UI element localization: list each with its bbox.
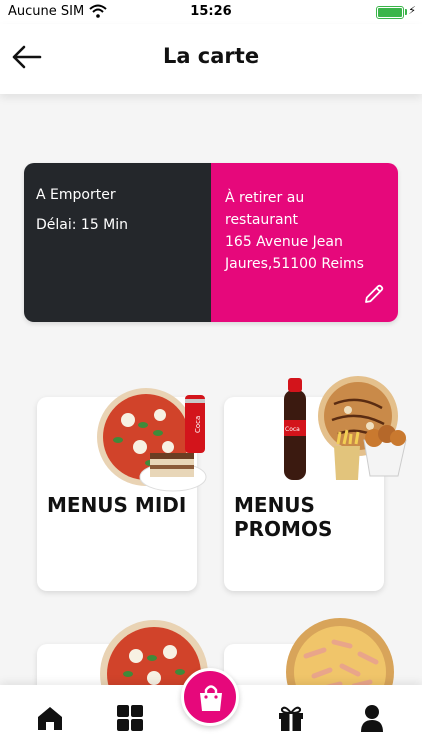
gift-icon[interactable] — [277, 704, 305, 732]
user-icon[interactable] — [358, 704, 386, 732]
svg-text:Coca: Coca — [194, 416, 202, 433]
svg-text:Coca: Coca — [285, 426, 300, 433]
pizza-tiramisu-coke-image: Coca — [97, 388, 207, 492]
order-delay-label: Délai: 15 Min — [36, 217, 129, 233]
home-icon[interactable] — [36, 704, 64, 732]
status-bar: Aucune SIM 15:26 ⚡ — [0, 0, 422, 24]
menu-label-line2: PROMOS — [234, 517, 333, 541]
clock: 15:26 — [190, 4, 232, 19]
order-mode-label: A Emporter — [36, 187, 116, 203]
address-line2: Jaures,51100 Reims — [225, 256, 364, 272]
grid-icon[interactable] — [116, 704, 144, 732]
address-line1: 165 Avenue Jean — [225, 234, 343, 250]
battery-tip — [405, 9, 407, 15]
menu-card-label: MENUS PROMOS — [234, 493, 384, 541]
ham-pizza-image — [286, 618, 394, 696]
page-title: La carte — [162, 44, 260, 68]
pickup-label-line1: À retirer au — [225, 190, 305, 206]
pizza-chicken-fries-coke-image: Coca — [284, 376, 407, 480]
bolt-icon: ⚡ — [408, 4, 416, 17]
order-info-card: A Emporter Délai: 15 Min À retirer au re… — [24, 163, 398, 322]
shopping-bag-icon — [200, 685, 222, 711]
pickup-address-panel: À retirer au restaurant 165 Avenue Jean … — [211, 163, 398, 322]
cart-button[interactable] — [181, 668, 239, 726]
battery-full-icon — [376, 6, 404, 19]
order-mode-panel: A Emporter Délai: 15 Min — [24, 163, 211, 322]
app-header: La carte — [0, 24, 422, 94]
pickup-label-line2: restaurant — [225, 212, 298, 228]
menu-label-line1: MENUS — [234, 493, 315, 517]
pencil-icon[interactable] — [362, 282, 386, 306]
